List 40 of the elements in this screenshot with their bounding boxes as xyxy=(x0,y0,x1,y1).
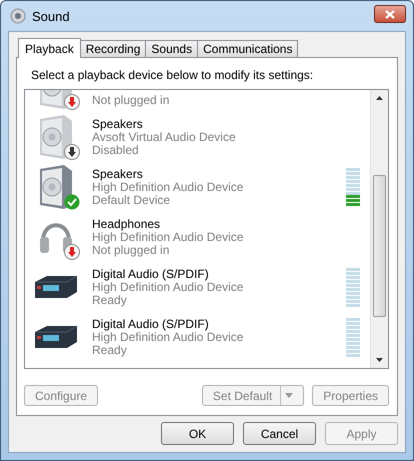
tab[interactable]: Sounds xyxy=(145,40,198,57)
tab[interactable]: Communications xyxy=(197,40,298,57)
device-name: Digital Audio (S/PDIF) xyxy=(92,268,210,280)
device-item[interactable]: Not plugged in xyxy=(25,90,370,112)
level-meter xyxy=(346,268,360,306)
device-item[interactable]: Headphones High Definition Audio Device Not plugged in xyxy=(25,212,370,262)
window-title: Sound xyxy=(32,8,70,24)
button[interactable]: OK xyxy=(161,422,234,445)
speaker-icon xyxy=(38,165,74,209)
device-status: Disabled xyxy=(92,144,140,156)
scrollbar[interactable] xyxy=(370,90,388,368)
level-meter xyxy=(346,318,360,356)
device-name: Headphones xyxy=(92,218,162,230)
device-status: Not plugged in xyxy=(92,94,170,106)
speaker-icon xyxy=(38,115,74,159)
device-status: Default Device xyxy=(92,194,172,206)
scroll-down-icon[interactable] xyxy=(376,358,383,362)
tab[interactable]: Playback xyxy=(18,38,81,58)
device-status: Ready xyxy=(92,344,128,356)
device-item[interactable]: Digital Audio (S/PDIF) High Definition Audio Device Ready xyxy=(25,262,370,312)
instruction-text: Select a playback device below to modify its settings: xyxy=(31,68,314,84)
device-driver: High Definition Audio Device xyxy=(92,280,244,294)
device-item[interactable]: Digital Audio (S/PDIF) High Definition Audio Device Ready xyxy=(25,312,370,362)
device-driver: Avsoft Virtual Audio Device xyxy=(92,130,237,144)
caret-icon xyxy=(285,393,294,398)
speaker-icon xyxy=(10,8,26,24)
scroll-up-icon[interactable] xyxy=(376,96,383,100)
close-button[interactable] xyxy=(374,5,406,23)
device-item[interactable]: Speakers High Definition Audio Device Default Device xyxy=(25,162,370,212)
device-name: Digital Audio (S/PDIF) xyxy=(92,318,210,330)
device-name: Speakers xyxy=(92,168,144,180)
device-status: Not plugged in xyxy=(92,244,170,256)
device-status: Ready xyxy=(92,294,128,306)
close-icon xyxy=(385,10,395,18)
tab[interactable]: Recording xyxy=(80,40,146,57)
device-driver: High Definition Audio Device xyxy=(92,230,244,244)
device-driver: High Definition Audio Device xyxy=(92,330,244,344)
device-driver: High Definition Audio Device xyxy=(92,180,244,194)
button[interactable]: Cancel xyxy=(243,422,316,445)
device-name: Speakers xyxy=(92,118,144,130)
